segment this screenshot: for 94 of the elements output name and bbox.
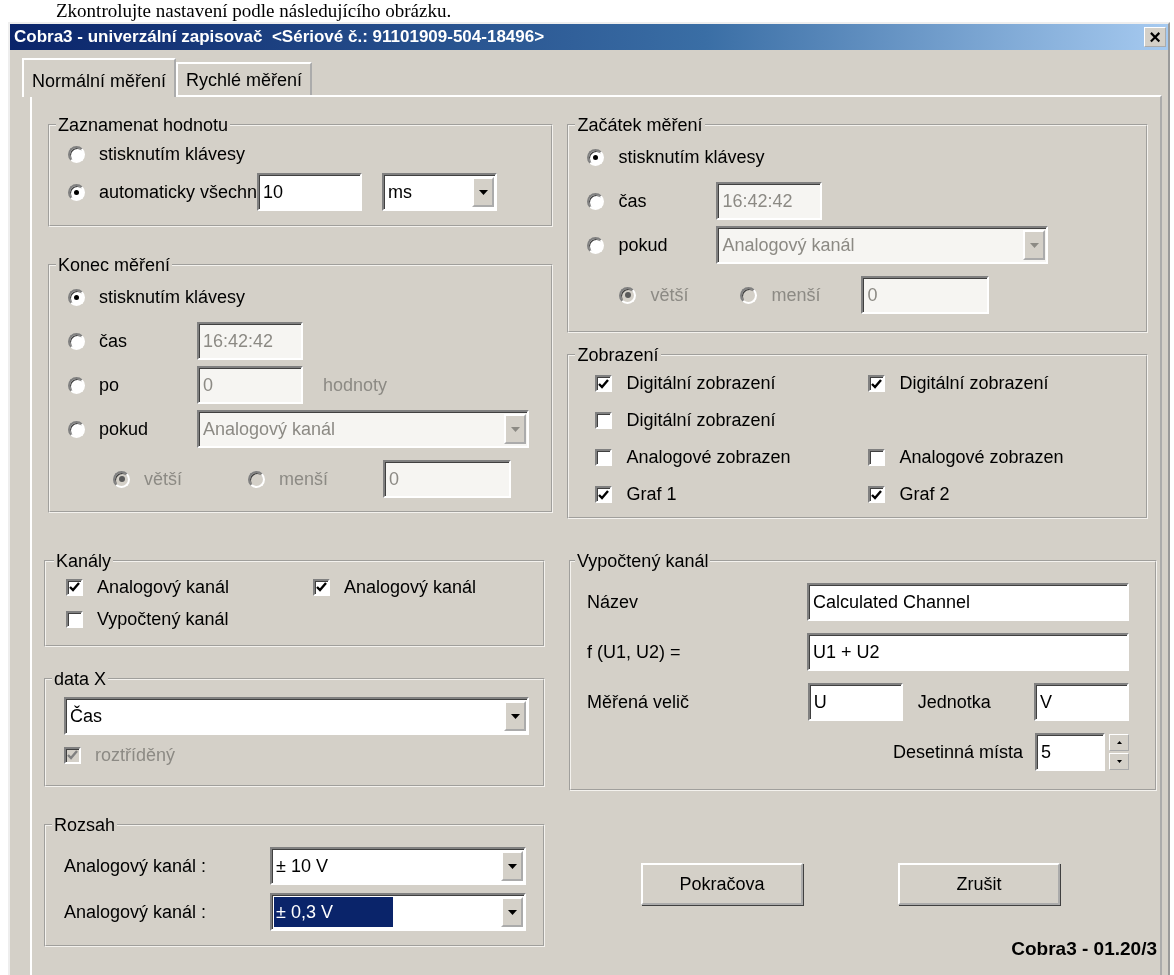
input-field[interactable]: V (1034, 683, 1129, 721)
field-label: Měřená velič (587, 690, 691, 714)
check-icon (598, 489, 610, 500)
group-title: Vypočtený kanál (576, 551, 710, 571)
field-label: Desetinná místa (892, 740, 1023, 764)
dialog-button[interactable]: Pokračova (641, 863, 803, 905)
radio-label: menší (279, 467, 330, 491)
up-arrow-icon (1116, 741, 1122, 744)
checkbox-label: Analogové zobrazen (899, 446, 1064, 469)
checkbox-label: Digitální zobrazení (626, 409, 777, 432)
caret-icon (1030, 242, 1039, 248)
field-label: f (U1, U2) = (587, 640, 682, 664)
radio-label: stisknutím klávesy (618, 145, 765, 169)
checkbox-label: Analogový kanál (97, 575, 231, 599)
window-title: Cobra3 - univerzální zapisovač <Sériové č.: 91101909-504-18496> (14, 26, 545, 49)
checkbox[interactable] (595, 375, 613, 392)
radio-button[interactable] (68, 145, 85, 163)
spin-up-button[interactable] (1109, 734, 1129, 751)
radio-label: stisknutím klávesy (99, 285, 246, 309)
radio-label: po (99, 373, 121, 397)
checkbox-label: roztříděný (95, 743, 176, 767)
radio-button[interactable] (68, 332, 85, 350)
radio-label: větší (144, 467, 183, 491)
radio-label: pokud (99, 417, 150, 441)
checkbox-label: Digitální zobrazení (626, 372, 777, 395)
radio-label: stisknutím klávesy (99, 142, 246, 166)
dialog-button[interactable]: Zrušit (898, 863, 1060, 905)
checkbox[interactable] (313, 578, 330, 596)
radio-button[interactable] (68, 420, 85, 438)
caret-icon (510, 426, 520, 432)
close-button[interactable]: × (1144, 27, 1166, 47)
dropdown[interactable]: Čas (64, 697, 529, 735)
checkbox[interactable] (595, 412, 613, 429)
input-field[interactable]: U1 + U2 (807, 633, 1129, 671)
caret-icon (507, 863, 517, 869)
dropdown[interactable]: ± 0,3 V (270, 893, 526, 931)
radio-button[interactable] (587, 236, 605, 254)
radio-label: větší (650, 283, 690, 307)
check-icon (871, 489, 883, 500)
check-icon (69, 582, 80, 592)
input-field[interactable]: 5 (1035, 733, 1105, 771)
checkbox-label: Graf 1 (626, 483, 678, 506)
radio-label: čas (99, 329, 128, 353)
radio-button[interactable] (68, 183, 85, 201)
group-title: Začátek měření (576, 115, 704, 135)
group-title: Konec měření (57, 255, 172, 275)
group-title: data X (53, 669, 108, 689)
dropdown[interactable]: ± 10 V (270, 847, 526, 885)
check-icon (598, 378, 610, 389)
check-icon (871, 378, 883, 389)
version-label: Cobra3 - 01.20/3 (1011, 937, 1157, 961)
field-label: Analogový kanál : (64, 900, 208, 924)
radio-label: čas (618, 189, 648, 213)
checkbox[interactable] (868, 449, 886, 466)
check-icon (67, 750, 78, 760)
radio-button[interactable] (68, 288, 85, 306)
checkbox[interactable] (595, 449, 613, 466)
checkbox-label: Analogový kanál (344, 575, 477, 599)
tab[interactable]: Rychlé měření (176, 62, 313, 95)
checkbox[interactable] (868, 375, 886, 392)
checkbox-label: Graf 2 (899, 483, 950, 506)
group-title: Kanály (55, 551, 113, 571)
radio-label: automaticky všechn (99, 180, 258, 204)
checkbox[interactable] (595, 486, 613, 503)
check-icon (316, 582, 327, 592)
checkbox[interactable] (66, 610, 83, 628)
spin-down-button[interactable] (1109, 753, 1129, 770)
field-label: Analogový kanál : (64, 854, 208, 878)
radio-button[interactable] (68, 376, 85, 394)
radio-button[interactable] (587, 148, 605, 166)
checkbox-label: Vypočtený kanál (97, 607, 230, 631)
field-label: Jednotka (917, 690, 992, 714)
group-title: Zaznamenat hodnotu (57, 115, 230, 135)
group-title: Rozsah (53, 815, 117, 835)
field-label: Název (587, 590, 640, 614)
caret-icon (510, 713, 520, 719)
instruction-text: Zkontrolujte nastavení podle následujícího obrázku. (55, 0, 453, 22)
down-arrow-icon (1116, 760, 1122, 763)
radio-label: menší (771, 283, 822, 307)
group-title: Zobrazení (576, 345, 660, 365)
radio-button[interactable] (587, 192, 605, 210)
input-field[interactable]: 10 (257, 173, 363, 211)
input-field[interactable]: Calculated Channel (807, 583, 1129, 621)
caret-icon (478, 189, 488, 195)
field-suffix: hodnoty (323, 373, 388, 397)
dropdown[interactable]: ms (382, 173, 498, 211)
input-field[interactable]: U (807, 683, 903, 721)
caret-icon (507, 909, 517, 915)
checkbox[interactable] (868, 486, 886, 503)
tab[interactable]: Normální měření (22, 58, 177, 97)
checkbox[interactable] (66, 578, 83, 596)
checkbox-label: Digitální zobrazení (899, 372, 1049, 395)
checkbox-label: Analogové zobrazen (626, 446, 792, 469)
radio-label: pokud (618, 233, 669, 257)
